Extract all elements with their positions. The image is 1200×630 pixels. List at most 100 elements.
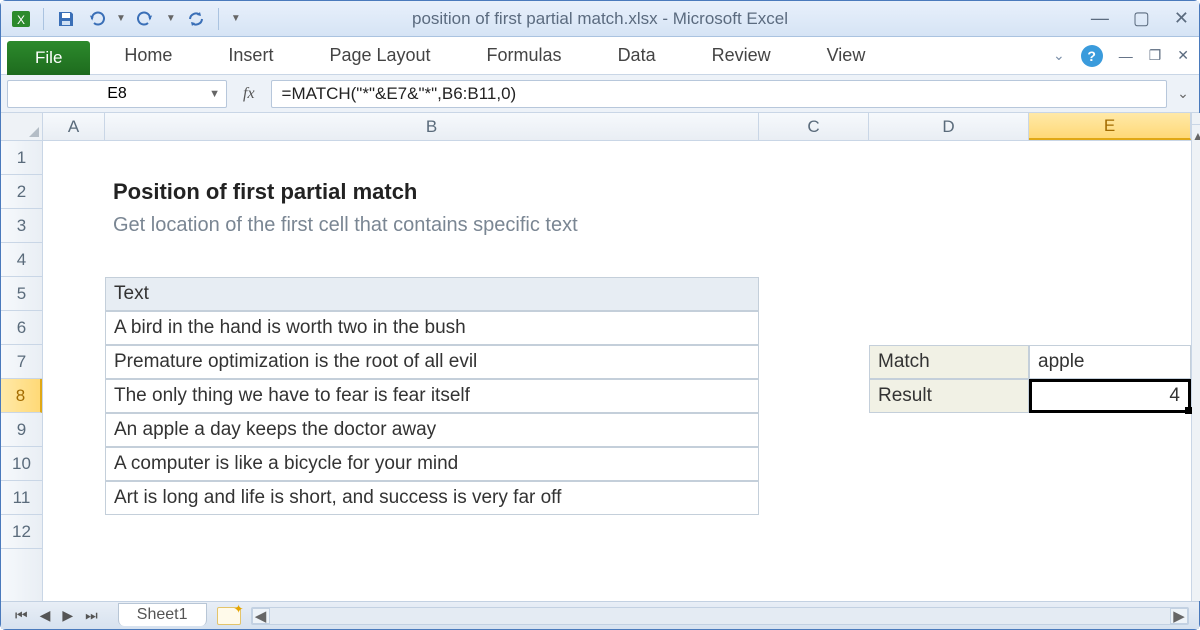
close-icon[interactable]: ✕ — [1174, 8, 1189, 29]
cell-A3[interactable] — [43, 209, 105, 243]
cell-C5[interactable] — [759, 277, 869, 311]
formula-bar-expand-icon[interactable]: ⌄ — [1173, 85, 1193, 102]
cell-E2[interactable] — [1029, 175, 1191, 209]
tab-formulas[interactable]: Formulas — [459, 37, 590, 74]
undo-dropdown-icon[interactable]: ▼ — [116, 13, 126, 24]
cell-D4[interactable] — [869, 243, 1029, 277]
tab-review[interactable]: Review — [684, 37, 799, 74]
sync-icon[interactable] — [186, 9, 206, 29]
cell-B8[interactable]: The only thing we have to fear is fear i… — [105, 379, 759, 413]
cell-A8[interactable] — [43, 379, 105, 413]
scroll-right-icon[interactable]: ▶ — [1170, 608, 1188, 624]
cell-D8[interactable]: Result — [869, 379, 1029, 413]
cell-D1[interactable] — [869, 141, 1029, 175]
row-header-12[interactable]: 12 — [1, 515, 42, 549]
cell-A4[interactable] — [43, 243, 105, 277]
row-header-3[interactable]: 3 — [1, 209, 42, 243]
cell-C12[interactable] — [759, 515, 869, 549]
new-sheet-icon[interactable] — [217, 607, 241, 625]
tab-insert[interactable]: Insert — [200, 37, 301, 74]
sheet-nav-prev-icon[interactable]: ◀ — [36, 607, 55, 624]
undo-icon[interactable] — [86, 9, 106, 29]
cell-E5[interactable] — [1029, 277, 1191, 311]
cell-D7[interactable]: Match — [869, 345, 1029, 379]
cell-B6[interactable]: A bird in the hand is worth two in the b… — [105, 311, 759, 345]
cell-D9[interactable] — [869, 413, 1029, 447]
cell-A12[interactable] — [43, 515, 105, 549]
row-header-7[interactable]: 7 — [1, 345, 42, 379]
col-header-B[interactable]: B — [105, 113, 759, 140]
sheet-nav-first-icon[interactable]: ⏮ — [11, 607, 32, 624]
cell-D11[interactable] — [869, 481, 1029, 515]
tab-page-layout[interactable]: Page Layout — [301, 37, 458, 74]
cell-A1[interactable] — [43, 141, 105, 175]
cell-E10[interactable] — [1029, 447, 1191, 481]
cell-B1[interactable] — [105, 141, 759, 175]
cell-B2[interactable]: Position of first partial match — [105, 175, 759, 209]
redo-icon[interactable] — [136, 9, 156, 29]
row-header-4[interactable]: 4 — [1, 243, 42, 277]
cell-C4[interactable] — [759, 243, 869, 277]
cell-C10[interactable] — [759, 447, 869, 481]
cell-E7[interactable]: apple — [1029, 345, 1191, 379]
cell-D6[interactable] — [869, 311, 1029, 345]
formula-input[interactable]: =MATCH("*"&E7&"*",B6:B11,0) — [271, 80, 1167, 108]
cell-B4[interactable] — [105, 243, 759, 277]
excel-app-icon[interactable]: X — [11, 9, 31, 29]
save-icon[interactable] — [56, 9, 76, 29]
name-box-dropdown-icon[interactable]: ▼ — [209, 88, 220, 100]
col-header-D[interactable]: D — [869, 113, 1029, 140]
file-tab[interactable]: File — [7, 41, 90, 75]
tab-view[interactable]: View — [799, 37, 894, 74]
sheet-nav-last-icon[interactable]: ⏭ — [81, 607, 102, 624]
cell-A7[interactable] — [43, 345, 105, 379]
row-header-5[interactable]: 5 — [1, 277, 42, 311]
sheet-nav-next-icon[interactable]: ▶ — [58, 607, 77, 624]
cell-A9[interactable] — [43, 413, 105, 447]
tab-data[interactable]: Data — [590, 37, 684, 74]
cell-C11[interactable] — [759, 481, 869, 515]
cell-D3[interactable] — [869, 209, 1029, 243]
cell-A5[interactable] — [43, 277, 105, 311]
tab-home[interactable]: Home — [96, 37, 200, 74]
cell-C6[interactable] — [759, 311, 869, 345]
row-header-8[interactable]: 8 — [1, 379, 42, 413]
select-all-corner[interactable] — [1, 113, 43, 141]
row-header-9[interactable]: 9 — [1, 413, 42, 447]
cell-B11[interactable]: Art is long and life is short, and succe… — [105, 481, 759, 515]
cell-B12[interactable] — [105, 515, 759, 549]
row-header-10[interactable]: 10 — [1, 447, 42, 481]
help-icon[interactable]: ? — [1081, 45, 1103, 67]
row-header-6[interactable]: 6 — [1, 311, 42, 345]
cell-C7[interactable] — [759, 345, 869, 379]
cell-B5[interactable]: Text — [105, 277, 759, 311]
cell-E3[interactable] — [1029, 209, 1191, 243]
redo-dropdown-icon[interactable]: ▼ — [166, 13, 176, 24]
row-header-1[interactable]: 1 — [1, 141, 42, 175]
cell-D12[interactable] — [869, 515, 1029, 549]
cell-D5[interactable] — [869, 277, 1029, 311]
window-close-inner-icon[interactable]: ✕ — [1177, 47, 1189, 64]
cell-E6[interactable] — [1029, 311, 1191, 345]
cell-C9[interactable] — [759, 413, 869, 447]
minimize-icon[interactable]: ― — [1091, 8, 1109, 29]
horizontal-scrollbar[interactable]: ◀ ▶ — [251, 607, 1190, 625]
cell-E8[interactable]: 4 — [1029, 379, 1191, 413]
maximize-icon[interactable]: ▢ — [1133, 8, 1150, 29]
col-header-E[interactable]: E — [1029, 113, 1191, 140]
worksheet-grid[interactable]: A B C D E 1 2 3 4 5 6 7 8 9 10 11 12 — [1, 113, 1199, 601]
cell-C1[interactable] — [759, 141, 869, 175]
cell-E11[interactable] — [1029, 481, 1191, 515]
cell-A11[interactable] — [43, 481, 105, 515]
cell-B3[interactable]: Get location of the first cell that cont… — [105, 209, 759, 243]
cell-B7[interactable]: Premature optimization is the root of al… — [105, 345, 759, 379]
scroll-left-icon[interactable]: ◀ — [252, 608, 270, 624]
cell-E12[interactable] — [1029, 515, 1191, 549]
cell-A2[interactable] — [43, 175, 105, 209]
ribbon-minimize-icon[interactable]: ⌄ — [1053, 47, 1065, 64]
cell-C8[interactable] — [759, 379, 869, 413]
cell-E9[interactable] — [1029, 413, 1191, 447]
sheet-tab-sheet1[interactable]: Sheet1 — [118, 603, 207, 626]
col-header-C[interactable]: C — [759, 113, 869, 140]
cell-A10[interactable] — [43, 447, 105, 481]
